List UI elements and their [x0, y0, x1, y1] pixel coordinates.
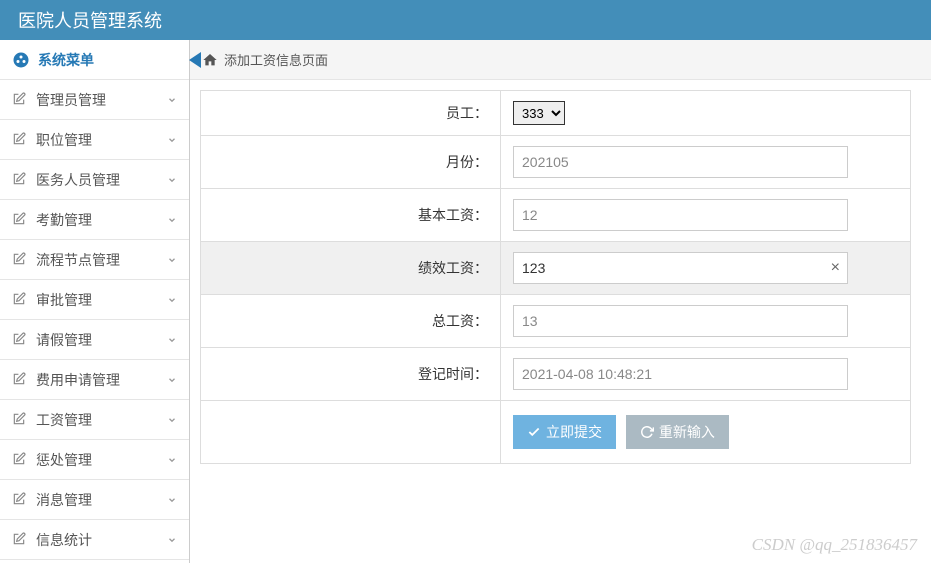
sidebar-item-leave[interactable]: 请假管理	[0, 320, 189, 360]
sidebar-item-label: 职位管理	[36, 130, 92, 150]
chevron-down-icon	[167, 175, 177, 185]
sidebar-item-label: 工资管理	[36, 410, 92, 430]
sidebar-menu-title: 系统菜单	[38, 50, 94, 70]
sidebar-item-label: 审批管理	[36, 290, 92, 310]
sidebar-item-medical[interactable]: 医务人员管理	[0, 160, 189, 200]
edit-icon	[12, 292, 28, 308]
total-salary-label: 总工资：	[201, 295, 501, 348]
check-icon	[527, 425, 541, 439]
edit-icon	[12, 492, 28, 508]
edit-icon	[12, 332, 28, 348]
edit-icon	[12, 92, 28, 108]
edit-icon	[12, 172, 28, 188]
app-title: 医院人员管理系统	[18, 7, 162, 33]
base-salary-input[interactable]	[513, 199, 848, 231]
chevron-down-icon	[167, 135, 177, 145]
sidebar-item-expense[interactable]: 费用申请管理	[0, 360, 189, 400]
sidebar-item-label: 管理员管理	[36, 90, 106, 110]
sidebar-item-label: 流程节点管理	[36, 250, 120, 270]
chevron-down-icon	[167, 95, 177, 105]
reset-button[interactable]: 重新输入	[626, 415, 729, 449]
perf-salary-label: 绩效工资：	[201, 242, 501, 295]
sidebar-item-label: 费用申请管理	[36, 370, 120, 390]
app-header: 医院人员管理系统	[0, 0, 931, 40]
chevron-down-icon	[167, 455, 177, 465]
reset-label: 重新输入	[659, 422, 715, 442]
sidebar-item-attendance[interactable]: 考勤管理	[0, 200, 189, 240]
sidebar-item-admin[interactable]: 管理员管理	[0, 80, 189, 120]
chevron-down-icon	[167, 335, 177, 345]
submit-label: 立即提交	[546, 422, 602, 442]
sidebar-item-salary[interactable]: 工资管理	[0, 400, 189, 440]
edit-icon	[12, 212, 28, 228]
chevron-down-icon	[167, 255, 177, 265]
sidebar-item-label: 消息管理	[36, 490, 92, 510]
sidebar-item-process[interactable]: 流程节点管理	[0, 240, 189, 280]
sidebar-item-label: 考勤管理	[36, 210, 92, 230]
sidebar-item-label: 信息统计	[36, 530, 92, 550]
watermark: CSDN @qq_251836457	[752, 535, 917, 555]
employee-label: 员工：	[201, 91, 501, 136]
edit-icon	[12, 412, 28, 428]
sidebar-item-label: 医务人员管理	[36, 170, 120, 190]
sidebar-item-label: 请假管理	[36, 330, 92, 350]
edit-icon	[12, 372, 28, 388]
base-salary-label: 基本工资：	[201, 189, 501, 242]
clear-icon[interactable]: ×	[831, 259, 840, 277]
reg-time-label: 登记时间：	[201, 348, 501, 401]
perf-salary-input[interactable]	[513, 252, 848, 284]
sidebar-item-penalty[interactable]: 惩处管理	[0, 440, 189, 480]
chevron-down-icon	[167, 535, 177, 545]
employee-select[interactable]: 333	[513, 101, 565, 125]
sidebar-item-approval[interactable]: 审批管理	[0, 280, 189, 320]
edit-icon	[12, 452, 28, 468]
sidebar: 系统菜单 管理员管理 职位管理 医务人员管理 考勤管理 流程节点管理 审批管理 …	[0, 40, 190, 563]
dashboard-icon	[12, 51, 30, 69]
sidebar-item-message[interactable]: 消息管理	[0, 480, 189, 520]
chevron-down-icon	[167, 295, 177, 305]
reg-time-input[interactable]	[513, 358, 848, 390]
salary-form: 员工： 333 月份： 基本工资： 绩效工资：	[200, 90, 911, 464]
chevron-down-icon	[167, 215, 177, 225]
refresh-icon	[640, 425, 654, 439]
edit-icon	[12, 532, 28, 548]
sidebar-item-label: 惩处管理	[36, 450, 92, 470]
main-content: 添加工资信息页面 员工： 333 月份： 基本工资：	[190, 40, 931, 563]
breadcrumb-title: 添加工资信息页面	[224, 50, 328, 69]
sidebar-item-position[interactable]: 职位管理	[0, 120, 189, 160]
chevron-down-icon	[167, 415, 177, 425]
sidebar-item-stats[interactable]: 信息统计	[0, 520, 189, 560]
breadcrumb: 添加工资信息页面	[190, 40, 931, 80]
sidebar-menu-header: 系统菜单	[0, 40, 189, 80]
edit-icon	[12, 252, 28, 268]
edit-icon	[12, 132, 28, 148]
chevron-down-icon	[167, 375, 177, 385]
submit-button[interactable]: 立即提交	[513, 415, 616, 449]
month-label: 月份：	[201, 136, 501, 189]
chevron-down-icon	[167, 495, 177, 505]
home-icon	[202, 52, 218, 68]
menu-arrow-icon	[189, 52, 201, 68]
total-salary-input[interactable]	[513, 305, 848, 337]
month-input[interactable]	[513, 146, 848, 178]
